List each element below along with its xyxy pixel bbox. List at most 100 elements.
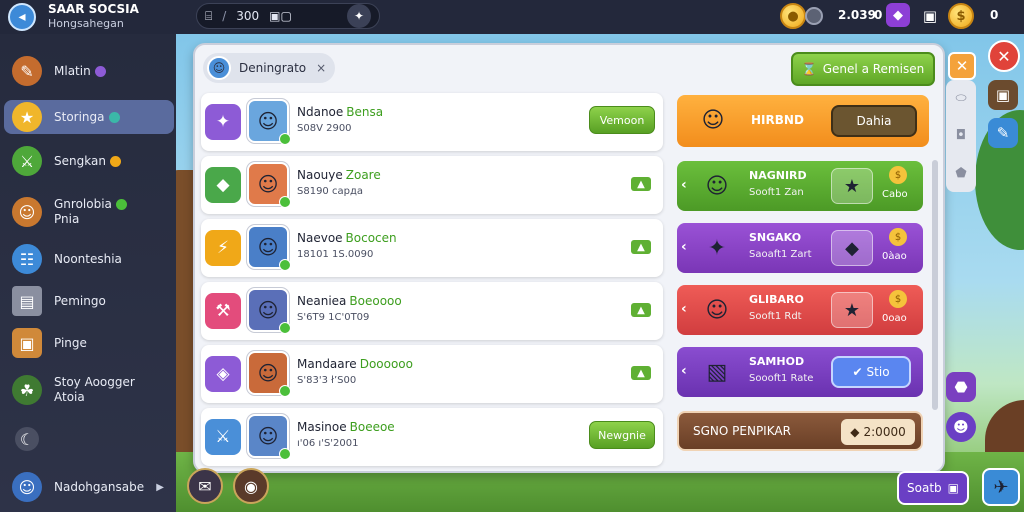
pill-icon[interactable]: ⬭: [955, 91, 966, 106]
list-item[interactable]: ⚡ ☺ Naevoe Bococen 18101 1S.0090 ▲: [201, 219, 663, 277]
list-item[interactable]: ◆ ☺ Naouye Zoare S8190 сарда ▲: [201, 156, 663, 214]
avatar: ☺: [207, 56, 231, 80]
chevron-left-icon: ‹: [681, 301, 687, 317]
star-icon: ★: [12, 102, 42, 132]
sidebar-item-pemingo[interactable]: ▤ Pemingo: [4, 284, 174, 318]
sidebar-item-gnrolobia[interactable]: ☺ Gnrolobia Pnia: [4, 192, 174, 232]
gift-icon[interactable]: ▣: [920, 6, 940, 26]
reward-card[interactable]: ‹ ✦ SNGAKO Saoaft1 Zart ◆ $ 0àao: [677, 223, 923, 273]
row-action-button[interactable]: Vemoon: [589, 106, 655, 134]
reward-subtitle: Soooft1 Rate: [749, 373, 814, 384]
sidebar-item-storinga[interactable]: ★ Storinga: [4, 100, 174, 134]
trophy-icon[interactable]: ★: [831, 168, 873, 204]
reward-button-label: Stio: [866, 365, 890, 379]
potion-icon[interactable]: ⬣: [946, 372, 976, 402]
quest-icon[interactable]: ✎: [988, 118, 1018, 148]
header-action-button[interactable]: ⌛ Genel a Remisen: [791, 52, 935, 86]
row-name: Masinoe: [297, 420, 347, 434]
list-item[interactable]: ◈ ☺ Mandaare Doooooo S'83'3 ł’S00 ▲: [201, 345, 663, 403]
coin-icon: $: [889, 228, 907, 246]
online-badge: [279, 259, 291, 271]
sidebar-item-label: Sengkan: [54, 153, 106, 168]
close-panel-button[interactable]: ✕: [948, 52, 976, 80]
hero-icon: ☺: [12, 197, 42, 227]
sidebar-item-profile[interactable]: ☺ Nadohgansabe ▶: [4, 470, 174, 504]
reward-action-button[interactable]: ✔ Stio: [831, 356, 911, 388]
offer-title: SGNO PENPIKAR: [693, 424, 791, 438]
close-window-button[interactable]: ✕: [988, 40, 1020, 72]
star-icon[interactable]: ★: [831, 292, 873, 328]
featured-reward-card[interactable]: ☺ HIRBND Dahia: [677, 95, 929, 147]
stamina-pill[interactable]: ⌸ / 300 ▣▢ ✦: [196, 3, 380, 29]
top-bar: ◂ SAAR SOCSIA Hongsahegan ⌸ / 300 ▣▢ ✦ ●…: [0, 0, 1024, 34]
gem-icon: ◆: [850, 425, 860, 439]
row-name: Mandaare: [297, 357, 357, 371]
coin-count: 2.039: [838, 8, 876, 22]
sidebar-item-label: Pemingo: [54, 293, 106, 308]
claim-button[interactable]: Dahia: [831, 105, 917, 137]
gold-bag-icon[interactable]: $: [948, 3, 974, 29]
sword-icon: ⚔: [205, 419, 241, 455]
reward-card[interactable]: ‹ ▧ SAMHOD Soooft1 Rate ✔ Stio: [677, 347, 923, 397]
avatar: ☺: [247, 288, 291, 334]
chest-icon: ▤: [12, 286, 42, 316]
character-icon: ☺: [701, 107, 725, 133]
sidebar-item-label: Storinga: [54, 109, 105, 124]
avatar: ☺: [247, 351, 291, 397]
reward-card[interactable]: ‹ ☺ NAGNIRD Sooft1 Zan ★ $ Cabo: [677, 161, 923, 211]
chat-icon[interactable]: ✉: [187, 468, 223, 504]
favorite-button[interactable]: ✦: [347, 4, 371, 28]
sidebar-item-label-2: Atoia: [54, 390, 85, 404]
gem-icon[interactable]: ◆: [831, 230, 873, 266]
sidebar-item-label-2: Pnia: [54, 212, 80, 226]
bag-icon[interactable]: ◉: [233, 468, 269, 504]
reward-subtitle: Saoaft1 Zart: [749, 249, 812, 260]
sidebar-item-pinge[interactable]: ▣ Pinge: [4, 326, 174, 360]
row-highlight: Bensa: [346, 105, 384, 119]
list-item[interactable]: ⚒ ☺ Neaniea Boeoooo S'6T9 1C'0T09 ▲: [201, 282, 663, 340]
special-offer-card[interactable]: SGNO PENPIKAR ◆ 2:0000: [677, 411, 923, 451]
expand-icon[interactable]: ▲: [631, 366, 651, 380]
sidebar-item-noonteshia[interactable]: ☷ Noonteshia: [4, 242, 174, 276]
chevron-left-icon: ‹: [681, 239, 687, 255]
row-action-button[interactable]: Newgnie: [589, 421, 655, 449]
stamina-icon: ⌸: [205, 8, 213, 23]
map-icon[interactable]: ✈: [982, 468, 1020, 506]
list-item[interactable]: ⚔ ☺ Masinoe Boeeoe ı'06 ı'S'2001 Newgnie: [201, 408, 663, 466]
expand-icon[interactable]: ▲: [631, 303, 651, 317]
header-button-label: Genel a Remisen: [822, 62, 925, 76]
offer-price-button[interactable]: ◆ 2:0000: [841, 419, 915, 445]
clan-icon: ☘: [12, 375, 42, 405]
sidebar-item-label: Mlatin: [54, 63, 91, 78]
coin-alt-count: 0: [874, 8, 883, 22]
list-item[interactable]: ✦ ☺ Ndanoe Bensa S08V 2900 Vemoon: [201, 93, 663, 151]
avatar: ☺: [247, 99, 291, 145]
hammer-icon: ⚒: [205, 293, 241, 329]
character-icon: ☺: [705, 297, 729, 323]
emoji-icon[interactable]: ☻: [946, 412, 976, 442]
shield-icon[interactable]: ⬟: [955, 166, 966, 181]
gem-icon: ◆: [205, 167, 241, 203]
sidebar-item-label: Stoy Aoogger: [54, 375, 135, 389]
sidebar-item-stoy-aoogger[interactable]: ☘ Stoy Aoogger Atoia: [4, 370, 174, 410]
inventory-icon: ▣▢: [269, 9, 292, 23]
expand-icon[interactable]: ▲: [631, 177, 651, 191]
row-subtitle: ı'06 ı'S'2001: [297, 438, 359, 449]
stamina-value: 300: [236, 9, 260, 23]
chest-icon[interactable]: ▣: [988, 80, 1018, 110]
sidebar-item-sengkan[interactable]: ⚔ Sengkan: [4, 144, 174, 178]
sidebar-item-moon[interactable]: ☾: [4, 422, 174, 456]
sidebar-item-mlatin[interactable]: ✎ Mlatin: [4, 54, 174, 88]
search-chip[interactable]: ☺ Deningrato ×: [203, 53, 335, 83]
start-button[interactable]: Soatb ▣: [897, 471, 969, 505]
expand-icon[interactable]: ▲: [631, 240, 651, 254]
close-icon[interactable]: ×: [316, 61, 326, 75]
notification-dot: [94, 65, 106, 77]
lock-icon[interactable]: ◘: [956, 128, 966, 143]
gem-icon[interactable]: ◆: [886, 3, 910, 27]
game-logo-icon[interactable]: ◂: [8, 3, 36, 31]
reward-card[interactable]: ‹ ☺ GLIBARO Sooft1 Rdt ★ $ 0oao: [677, 285, 923, 335]
reward-title: GLIBARO: [749, 293, 804, 306]
coin-icon: $: [889, 166, 907, 184]
scrollbar[interactable]: [932, 160, 938, 410]
